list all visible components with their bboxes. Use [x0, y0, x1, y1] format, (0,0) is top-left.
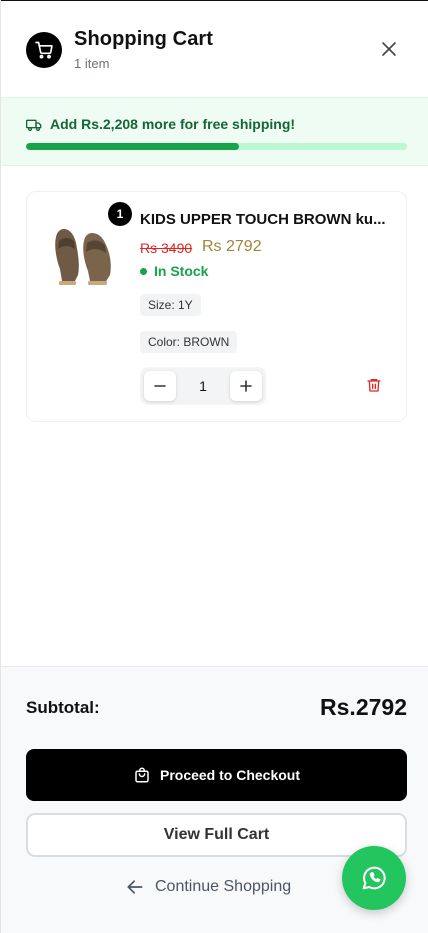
shopping-bag-icon: [135, 767, 149, 783]
page-title: Shopping Cart: [74, 28, 214, 50]
close-button[interactable]: [377, 37, 401, 61]
continue-shopping-label: Continue Shopping: [155, 878, 292, 895]
stock-status: In Stock: [140, 263, 208, 279]
stock-status-label: In Stock: [154, 263, 209, 279]
truck-icon: [26, 119, 42, 131]
minus-icon: [154, 385, 166, 387]
color-tag: Color: BROWN: [140, 331, 238, 353]
shopping-cart-icon: [26, 32, 62, 68]
item-quantity-badge: 1: [108, 202, 132, 226]
increase-quantity-button[interactable]: [230, 371, 262, 401]
trash-icon: [367, 379, 381, 392]
original-price: Rs 3490: [140, 240, 193, 256]
cart-item: 1 KIDS UPPER TOUCH BROWN ku... Rs 3490 R…: [26, 191, 407, 422]
item-count: 1 item: [74, 56, 110, 71]
shipping-progress-bar: [26, 143, 407, 150]
close-icon: [382, 42, 396, 56]
size-tag: Size: 1Y: [140, 294, 201, 316]
shipping-progress-fill: [26, 143, 240, 150]
stock-dot-icon: [140, 267, 147, 275]
remove-item-button[interactable]: [366, 377, 384, 395]
subtotal-label: Subtotal:: [26, 698, 100, 717]
free-shipping-message: Add Rs.2,208 more for free shipping!: [50, 116, 296, 132]
checkout-button[interactable]: Proceed to Checkout: [26, 749, 407, 801]
quantity-stepper: [140, 367, 266, 405]
plus-icon: [240, 380, 252, 392]
decrease-quantity-button[interactable]: [144, 371, 176, 401]
continue-shopping-link[interactable]: Continue Shopping: [125, 877, 291, 897]
whatsapp-chat-button[interactable]: [342, 846, 406, 910]
cart-drawer: Shopping Cart 1 item Add Rs.2,208 more f…: [0, 0, 428, 933]
free-shipping-banner: Add Rs.2,208 more for free shipping!: [1, 97, 428, 166]
product-image: [55, 229, 111, 285]
checkout-label: Proceed to Checkout: [159, 767, 301, 783]
subtotal-value: Rs.2792: [320, 694, 407, 720]
cart-header: Shopping Cart 1 item: [1, 1, 428, 97]
sale-price: Rs 2792: [202, 238, 262, 255]
arrow-left-icon: [127, 880, 143, 894]
whatsapp-icon: [362, 866, 386, 890]
view-cart-button[interactable]: View Full Cart: [26, 813, 407, 857]
quantity-input[interactable]: [180, 367, 226, 405]
product-name[interactable]: KIDS UPPER TOUCH BROWN ku...: [140, 211, 396, 228]
